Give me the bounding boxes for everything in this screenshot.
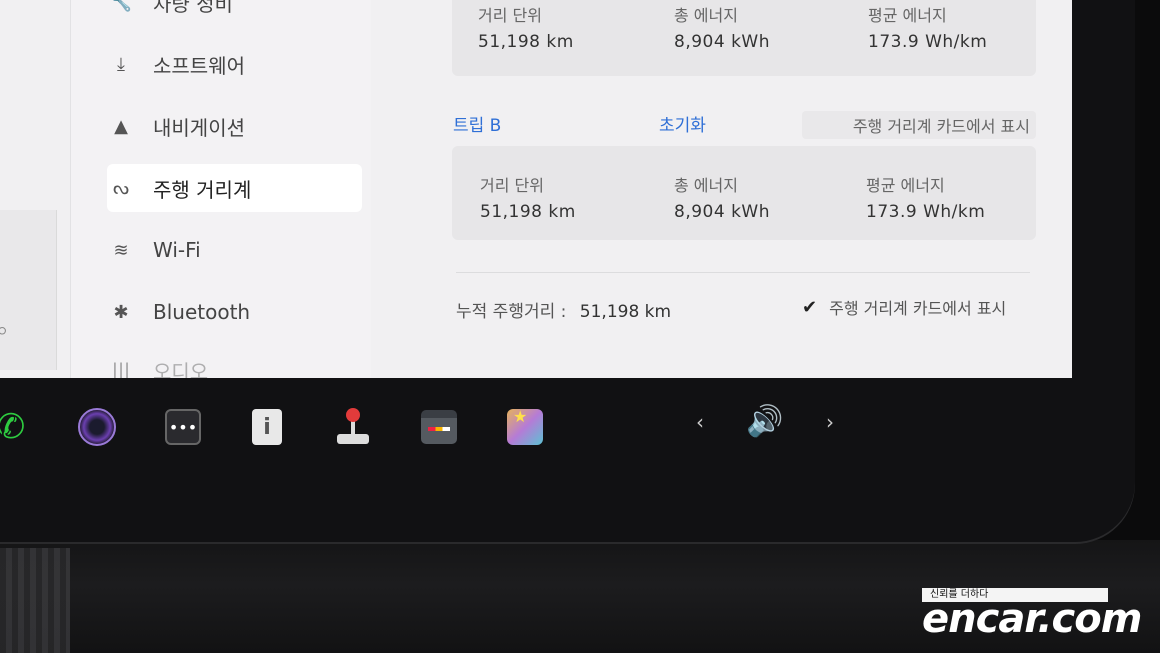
stat-value: 51,198 km — [478, 32, 574, 52]
sidebar-item-navigation[interactable]: ▲ 내비게이션 — [107, 102, 362, 150]
stat-value: 173.9 Wh/km — [868, 32, 988, 52]
sidebar-item-label: 주행 거리계 — [153, 177, 252, 202]
stat-value: 51,198 km — [480, 202, 576, 222]
stat-label: 평균 에너지 — [866, 176, 945, 195]
trip-a-distance: 거리 단위 51,198 km — [478, 2, 574, 52]
trip-a-avg-energy: 평균 에너지 173.9 Wh/km — [868, 2, 987, 52]
odometer-readout: 누적 주행거리 : 51,198 km — [456, 297, 671, 322]
phone-icon[interactable]: ✆ — [0, 407, 30, 447]
reset-trip-b-button[interactable]: 초기화 — [659, 111, 706, 136]
trip-a-stats-card: 거리 단위 51,198 km 총 에너지 8,904 kWh 평균 에너지 1… — [452, 0, 1036, 76]
stat-label: 거리 단위 — [478, 6, 542, 25]
camera-icon[interactable] — [78, 408, 116, 446]
wrench-icon: 🔧 — [109, 0, 133, 13]
manual-icon[interactable]: i — [248, 408, 286, 446]
stat-label: 총 에너지 — [674, 176, 738, 195]
stat-label: 거리 단위 — [480, 176, 544, 195]
bluetooth-icon: ✱ — [113, 301, 129, 323]
more-apps-icon[interactable]: ••• — [164, 408, 202, 446]
left-panel-edge — [0, 210, 57, 370]
calendar-icon[interactable] — [420, 408, 458, 446]
taskbar: ✆ ••• i ★ ‹ 🔊 › — [0, 380, 1110, 470]
toybox-icon[interactable]: ★ — [506, 407, 544, 446]
stat-label: 평균 에너지 — [868, 6, 947, 25]
odometer-label: 누적 주행거리 : — [456, 302, 567, 322]
stat-value: 173.9 Wh/km — [866, 202, 986, 222]
sidebar-item-label: 차량 정비 — [153, 0, 233, 16]
sidebar-item-label: 오디오 — [153, 359, 209, 379]
sidebar-item-label: Bluetooth — [153, 300, 251, 324]
trip-b-distance: 거리 단위 51,198 km — [480, 172, 576, 222]
trip-b-energy: 총 에너지 8,904 kWh — [674, 172, 770, 222]
sidebar-item-service[interactable]: 🔧 차량 정비 — [107, 0, 362, 26]
download-icon: ⤓ — [117, 53, 125, 75]
trip-b-title: 트립 B — [453, 116, 502, 136]
air-vent — [0, 548, 70, 653]
trip-a-energy: 총 에너지 8,904 kWh — [674, 2, 770, 52]
section-divider — [456, 272, 1030, 273]
checkmark-icon: ✔ — [802, 296, 818, 318]
wifi-icon: ≋ — [113, 239, 129, 261]
trip-b-show-on-card-toggle[interactable]: 주행 거리계 카드에서 표시 — [802, 111, 1036, 139]
odometer-show-on-card-checkbox[interactable]: ✔ 주행 거리계 카드에서 표시 — [802, 295, 1006, 319]
search-icon[interactable]: ⌕ — [0, 318, 8, 343]
toggle-label: 주행 거리계 카드에서 표시 — [852, 117, 1030, 136]
checkbox-label: 주행 거리계 카드에서 표시 — [829, 299, 1007, 318]
trip-b-stats-card: 거리 단위 51,198 km 총 에너지 8,904 kWh 평균 에너지 1… — [452, 146, 1036, 240]
touchscreen: ⌕ 🔧 차량 정비 ⤓ 소프트웨어 ▲ 내비게이션 ᔓ 주행 거리계 ≋ Wi-… — [0, 0, 1072, 378]
watermark-logo: encar.com — [922, 596, 1142, 642]
stat-value: 8,904 kWh — [674, 202, 770, 222]
sidebar-item-trips[interactable]: ᔓ 주행 거리계 — [107, 164, 362, 212]
sidebar-item-label: 소프트웨어 — [153, 53, 245, 78]
joystick-icon[interactable] — [334, 408, 372, 446]
sidebar-item-label: 내비게이션 — [153, 115, 245, 140]
odometer-value: 51,198 km — [579, 302, 672, 322]
trip-b-avg-energy: 평균 에너지 173.9 Wh/km — [866, 172, 985, 222]
trip-route-icon: ᔓ — [112, 177, 130, 199]
trips-content: 거리 단위 51,198 km 총 에너지 8,904 kWh 평균 에너지 1… — [410, 0, 1072, 378]
sidebar-item-audio[interactable]: ||| 오디오 — [107, 346, 362, 379]
navigation-arrow-icon: ▲ — [114, 115, 128, 137]
stat-value: 8,904 kWh — [674, 32, 770, 52]
sidebar-item-label: Wi-Fi — [153, 238, 201, 262]
volume-up-arrow[interactable]: › — [826, 410, 834, 434]
sidebar-item-bluetooth[interactable]: ✱ Bluetooth — [107, 288, 362, 336]
settings-sidebar: 🔧 차량 정비 ⤓ 소프트웨어 ▲ 내비게이션 ᔓ 주행 거리계 ≋ Wi-Fi… — [70, 0, 371, 378]
sidebar-item-wifi[interactable]: ≋ Wi-Fi — [107, 226, 362, 274]
volume-icon[interactable]: 🔊 — [746, 404, 783, 439]
audio-icon: ||| — [111, 359, 131, 379]
sidebar-item-software[interactable]: ⤓ 소프트웨어 — [107, 40, 362, 88]
stat-label: 총 에너지 — [674, 6, 738, 25]
volume-down-arrow[interactable]: ‹ — [696, 410, 704, 434]
